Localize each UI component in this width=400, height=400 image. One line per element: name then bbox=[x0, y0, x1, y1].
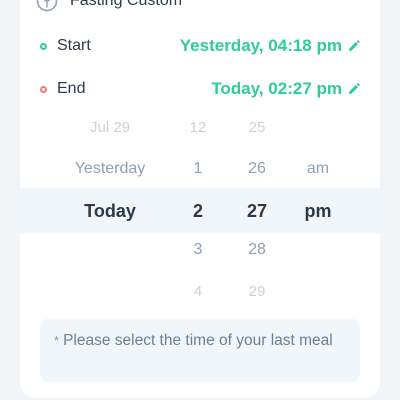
hour-option[interactable]: 3 bbox=[194, 241, 203, 259]
hour-option-selected[interactable]: 2 bbox=[193, 201, 203, 222]
minute-option-selected[interactable]: 27 bbox=[247, 201, 267, 222]
minute-option[interactable]: 29 bbox=[249, 283, 266, 300]
end-label: End bbox=[57, 80, 86, 97]
pencil-icon[interactable] bbox=[347, 39, 360, 53]
end-value[interactable]: Today, 02:27 pm bbox=[211, 79, 360, 99]
last-meal-note: * Please select the time of your last mea… bbox=[40, 319, 360, 382]
hour-option[interactable]: 1 bbox=[194, 160, 203, 178]
hour-option[interactable]: 12 bbox=[190, 119, 207, 136]
end-value-text: Today, 02:27 pm bbox=[211, 79, 342, 98]
minute-option[interactable]: 25 bbox=[249, 119, 266, 136]
day-option-selected[interactable]: Today bbox=[84, 201, 136, 222]
hour-option[interactable]: 4 bbox=[194, 283, 202, 300]
start-dot-icon bbox=[40, 42, 47, 50]
end-time-row[interactable]: End Today, 02:27 pm bbox=[40, 77, 360, 101]
start-value-text: Yesterday, 04:18 pm bbox=[179, 36, 342, 55]
minute-option[interactable]: 28 bbox=[248, 241, 266, 259]
ampm-option-selected[interactable]: pm bbox=[305, 201, 332, 222]
day-option[interactable]: Yesterday bbox=[75, 160, 146, 178]
fasting-icon bbox=[36, 0, 58, 12]
start-value[interactable]: Yesterday, 04:18 pm bbox=[180, 36, 360, 56]
day-option[interactable]: Jul 29 bbox=[90, 119, 130, 136]
note-star: * bbox=[54, 333, 60, 348]
card-header: Fasting Custom bbox=[36, 0, 182, 14]
end-dot-icon bbox=[40, 85, 47, 93]
header-title: Fasting Custom bbox=[70, 0, 183, 9]
minute-option[interactable]: 26 bbox=[248, 160, 266, 178]
start-time-row[interactable]: Start Yesterday, 04:18 pm bbox=[40, 34, 360, 58]
pencil-icon[interactable] bbox=[347, 82, 360, 96]
start-label: Start bbox=[57, 37, 91, 54]
ampm-option[interactable]: am bbox=[307, 160, 329, 178]
note-text: Please select the time of your last meal bbox=[63, 332, 333, 349]
